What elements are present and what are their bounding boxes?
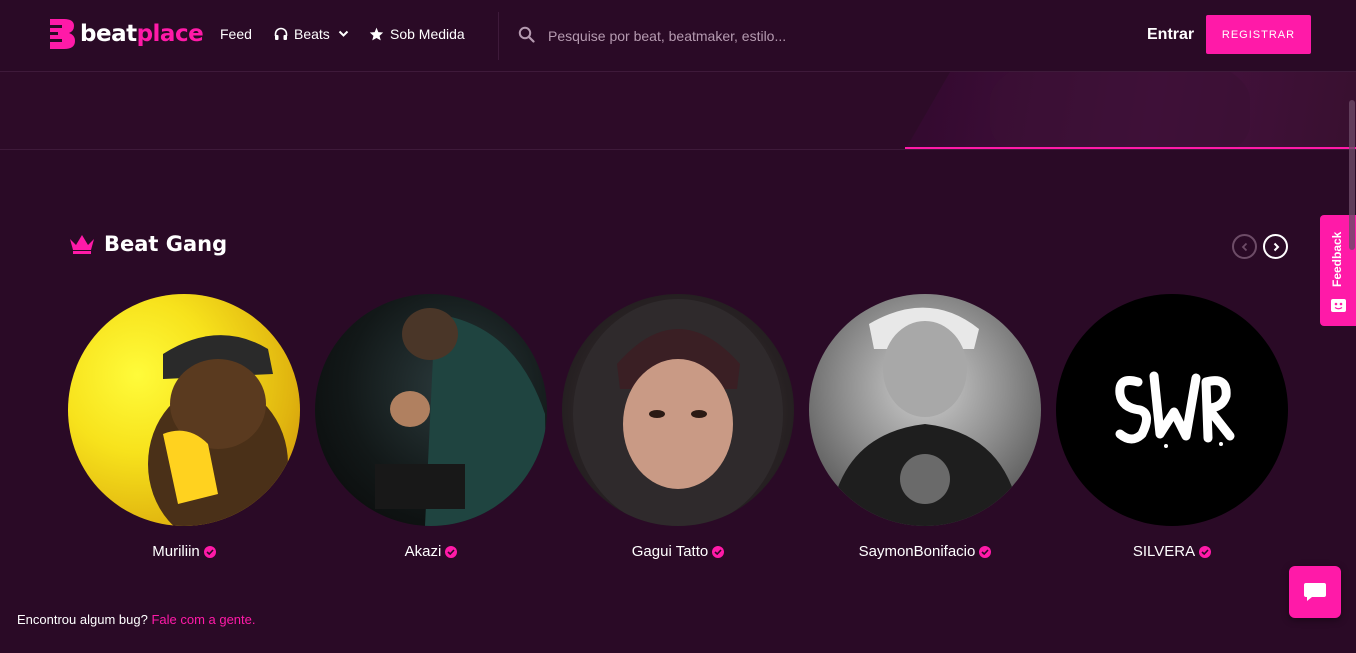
nav-beats-label: Beats bbox=[294, 26, 330, 42]
artist-card[interactable]: Akazi bbox=[315, 294, 547, 561]
carousel-next-button[interactable] bbox=[1263, 234, 1288, 259]
nav-beats-dropdown[interactable]: Beats bbox=[274, 26, 349, 42]
bug-report-link[interactable]: Fale com a gente. bbox=[151, 612, 255, 627]
logo-icon bbox=[48, 17, 76, 51]
artist-card[interactable]: SaymonBonifacio bbox=[809, 294, 1041, 561]
beatplace-logo[interactable]: beatplace bbox=[48, 16, 204, 52]
star-icon bbox=[369, 27, 384, 41]
artist-name: Muriliin bbox=[152, 543, 216, 560]
bug-report-label: Encontrou algum bug? bbox=[17, 612, 148, 627]
artist-name-label: Muriliin bbox=[152, 543, 200, 560]
carousel-prev-button[interactable] bbox=[1232, 234, 1257, 259]
nav-feed-label: Feed bbox=[220, 26, 252, 42]
artist-name-label: SaymonBonifacio bbox=[858, 543, 976, 560]
logo-text: beatplace bbox=[80, 21, 204, 47]
nav-feed[interactable]: Feed bbox=[220, 26, 252, 42]
search-input[interactable] bbox=[548, 22, 968, 50]
headphones-icon bbox=[274, 27, 288, 40]
avatar bbox=[68, 294, 300, 526]
verified-badge-icon bbox=[203, 545, 216, 558]
section-header: Beat Gang bbox=[68, 232, 227, 256]
chevron-left-icon bbox=[1241, 242, 1247, 251]
hero-banner bbox=[0, 72, 1356, 150]
artist-card[interactable]: SILVERA bbox=[1056, 294, 1288, 561]
login-link[interactable]: Entrar bbox=[1147, 26, 1194, 44]
section-title: Beat Gang bbox=[104, 232, 228, 256]
verified-badge-icon bbox=[445, 545, 458, 558]
avatar bbox=[1056, 294, 1288, 526]
crown-icon bbox=[70, 235, 94, 254]
banner-accent-line bbox=[905, 147, 1356, 149]
artist-name: SILVERA bbox=[1132, 543, 1212, 560]
artist-name: SaymonBonifacio bbox=[859, 543, 992, 560]
artist-card[interactable]: Gagui Tatto bbox=[562, 294, 794, 561]
chat-button[interactable] bbox=[1289, 566, 1341, 618]
artist-name: Akazi bbox=[405, 543, 458, 560]
banner-image-detail bbox=[990, 72, 1250, 149]
nav-divider bbox=[498, 12, 499, 60]
register-button[interactable]: REGISTRAR bbox=[1206, 15, 1311, 54]
avatar bbox=[315, 294, 547, 526]
top-navbar: beatplace Feed Beats Sob Medida Entrar R… bbox=[0, 0, 1356, 72]
chat-bubble-icon bbox=[1304, 583, 1326, 601]
artist-name-label: SILVERA bbox=[1132, 543, 1196, 560]
verified-badge-icon bbox=[1199, 545, 1212, 558]
avatar bbox=[809, 294, 1041, 526]
graffiti-logo-image bbox=[1115, 371, 1235, 448]
verified-badge-icon bbox=[979, 545, 992, 558]
artist-name: Gagui Tatto bbox=[631, 543, 725, 560]
chevron-right-icon bbox=[1273, 242, 1279, 251]
feedback-face-icon bbox=[1331, 299, 1346, 312]
artist-name-label: Akazi bbox=[404, 543, 442, 560]
bug-report-text: Encontrou algum bug? Fale com a gente. bbox=[17, 612, 256, 627]
feedback-label: Feedback bbox=[1330, 231, 1344, 287]
verified-badge-icon bbox=[712, 545, 725, 558]
artist-name-label: Gagui Tatto bbox=[631, 543, 709, 560]
nav-sob-medida-label: Sob Medida bbox=[390, 26, 465, 42]
chevron-down-icon bbox=[338, 30, 349, 37]
avatar bbox=[562, 294, 794, 526]
page-scrollbar[interactable] bbox=[1349, 100, 1355, 250]
search-icon bbox=[518, 26, 535, 43]
nav-sob-medida[interactable]: Sob Medida bbox=[369, 26, 465, 42]
artist-card[interactable]: Muriliin bbox=[68, 294, 300, 561]
